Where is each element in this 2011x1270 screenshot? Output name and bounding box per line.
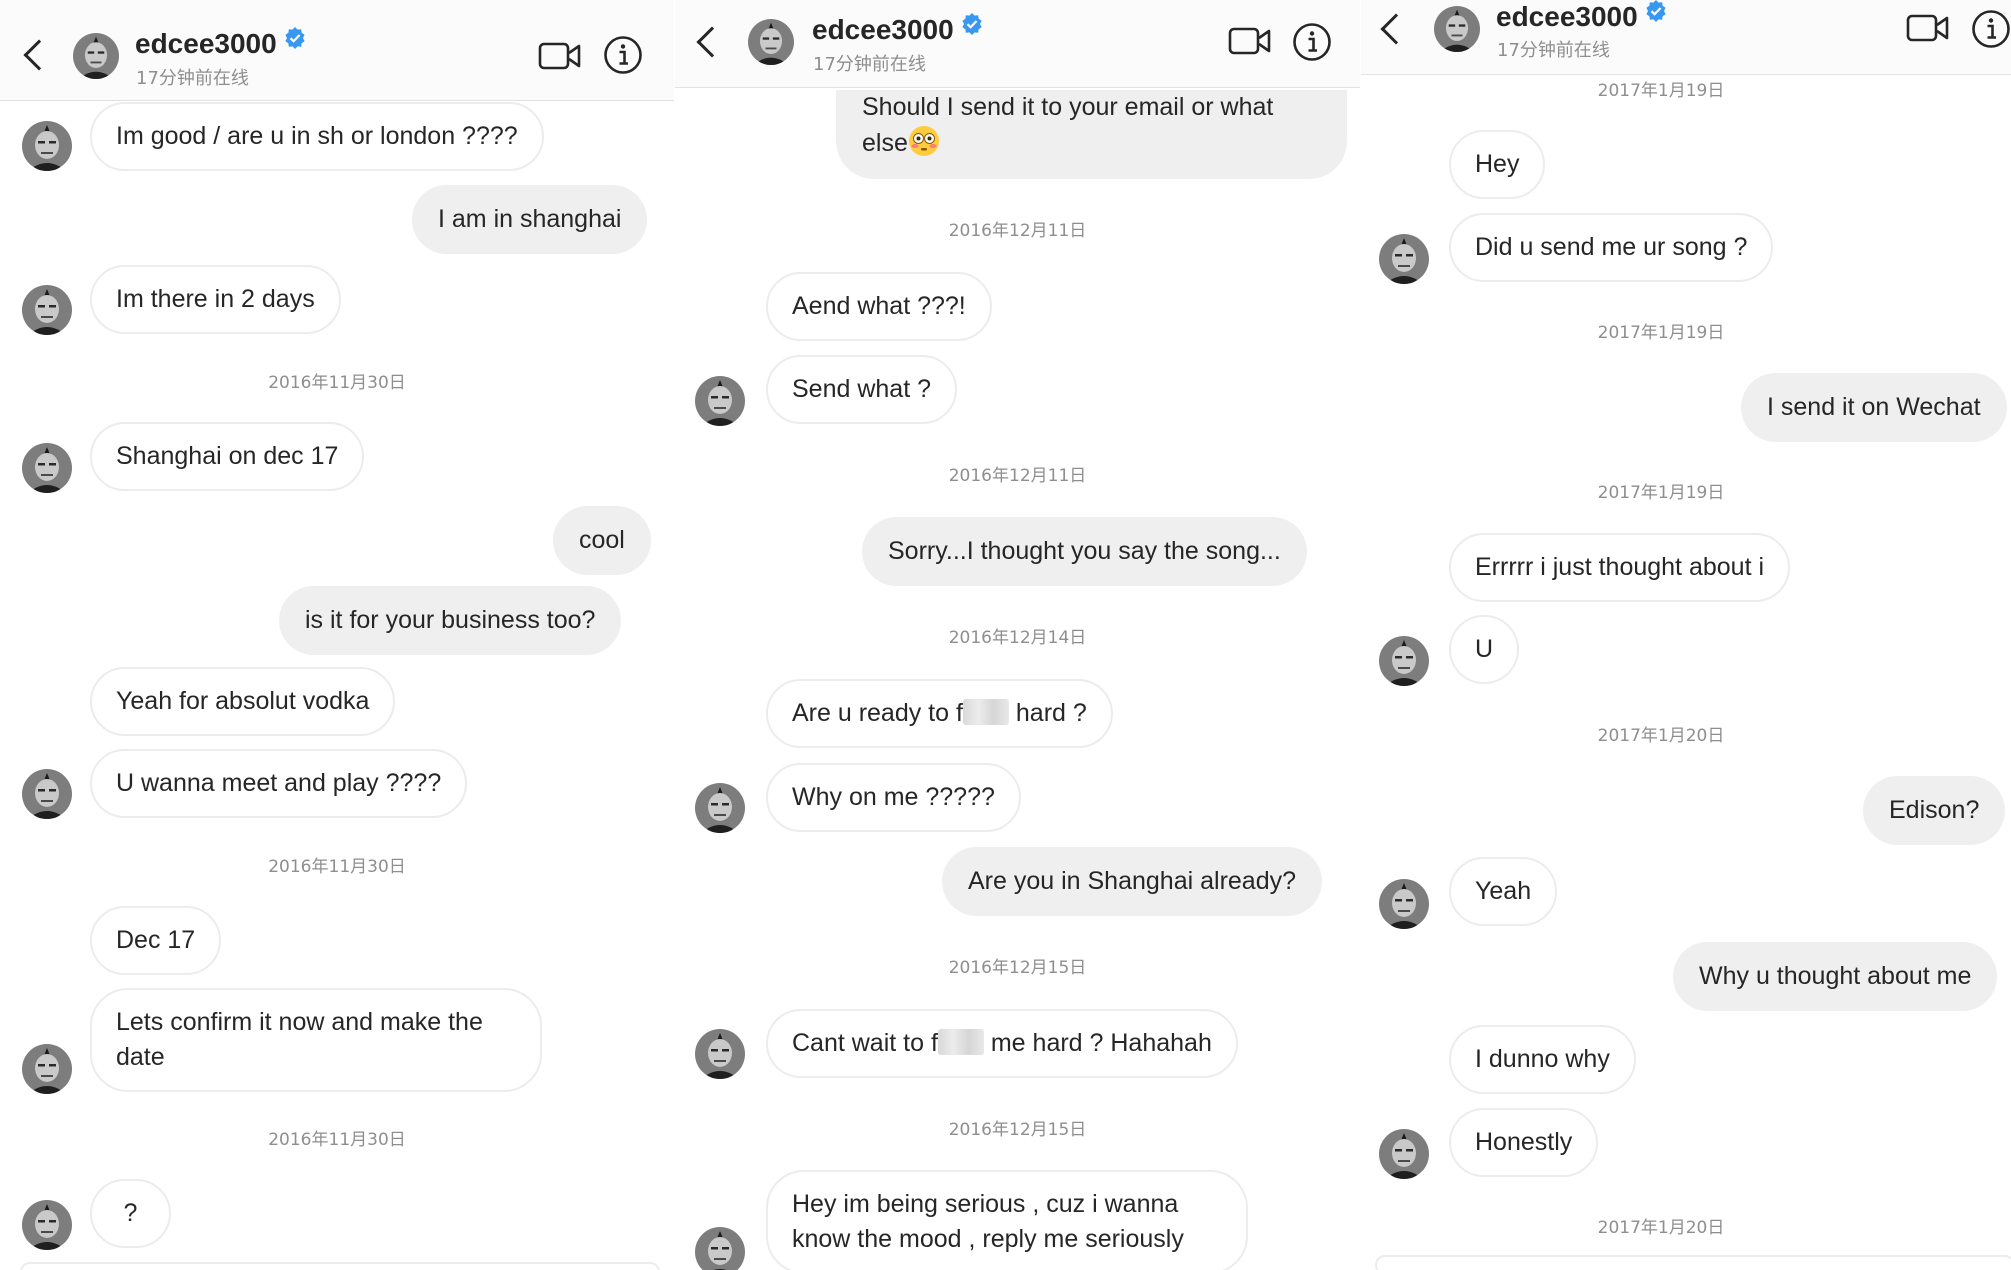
online-status: 17分钟前在线	[813, 54, 926, 75]
sender-avatar[interactable]	[695, 1227, 745, 1270]
message-bubble-received[interactable]: Yeah for absolut vodka	[90, 667, 396, 736]
chat-panel-3: edcee3000 17分钟前在线 2017年1月19日 Hey Did u s…	[1361, 0, 2011, 1270]
sender-avatar[interactable]	[22, 769, 72, 819]
message-bubble-received[interactable]: I dunno why	[1449, 1025, 1636, 1094]
message-text-line: else	[862, 129, 908, 157]
date-separator: 2016年11月30日	[268, 373, 406, 393]
chat-panel-1: edcee3000 17分钟前在线 Im good / are u in sh …	[0, 0, 674, 1270]
date-separator: 2017年1月20日	[1597, 1218, 1725, 1238]
message-bubble-sent[interactable]: is it for your business too?	[279, 586, 622, 655]
sender-avatar[interactable]	[22, 443, 72, 493]
message-text-line: Should I send it to your email or what	[862, 93, 1274, 121]
sender-avatar[interactable]	[22, 285, 72, 335]
message-bubble-sent[interactable]: cool	[553, 506, 651, 575]
date-separator: 2016年12月15日	[948, 1120, 1087, 1140]
message-bubble-received[interactable]: Dec 17	[90, 906, 222, 975]
message-bubble-sent[interactable]: I am in shanghai	[412, 185, 648, 254]
date-separator: 2017年1月19日	[1597, 323, 1725, 343]
avatar[interactable]	[1434, 6, 1480, 52]
message-bubble-received[interactable]: ?	[90, 1179, 171, 1248]
message-bubble-received[interactable]: Im good / are u in sh or london ????	[90, 102, 544, 171]
message-bubble-sent[interactable]: Edison?	[1863, 776, 2006, 845]
verified-badge-icon	[1644, 0, 1668, 23]
message-bubble-received[interactable]: U wanna meet and play ????	[90, 749, 468, 818]
message-input-bar[interactable]	[20, 1262, 660, 1270]
online-status: 17分钟前在线	[1497, 40, 1610, 61]
sender-avatar[interactable]	[695, 376, 745, 426]
username[interactable]: edcee3000	[812, 12, 984, 46]
chat-panel-2: edcee3000 17分钟前在线 Should I send it to yo…	[675, 0, 1360, 1270]
sender-avatar[interactable]	[22, 121, 72, 171]
back-arrow-icon[interactable]	[696, 26, 728, 58]
avatar[interactable]	[748, 19, 794, 65]
username[interactable]: edcee3000	[135, 26, 307, 60]
verified-badge-icon	[960, 12, 984, 36]
date-separator: 2016年12月11日	[948, 466, 1087, 486]
message-bubble-received[interactable]: Hey im being serious , cuz i wanna know …	[766, 1170, 1248, 1270]
message-bubble-sent[interactable]: Are you in Shanghai already?	[942, 847, 1323, 916]
sender-avatar[interactable]	[22, 1200, 72, 1250]
sender-avatar[interactable]	[1379, 1129, 1429, 1179]
date-separator: 2017年1月19日	[1597, 483, 1725, 503]
message-bubble-received[interactable]: Why on me ?????	[766, 763, 1021, 832]
online-status: 17分钟前在线	[136, 68, 249, 89]
message-bubble-received[interactable]: Send what ?	[766, 355, 957, 424]
message-bubble-received[interactable]: Errrrr i just thought about i	[1449, 533, 1791, 602]
back-arrow-icon[interactable]	[1380, 13, 1412, 45]
message-text-line: date	[116, 1043, 165, 1071]
verified-badge-icon	[283, 26, 307, 50]
avatar[interactable]	[73, 33, 119, 79]
message-text-line: Lets confirm it now and make the	[116, 1008, 483, 1036]
censored-blur	[937, 1029, 984, 1055]
message-bubble-sent[interactable]: I send it on Wechat	[1741, 373, 2007, 442]
sender-avatar[interactable]	[695, 1029, 745, 1079]
sender-avatar[interactable]	[695, 783, 745, 833]
sender-avatar[interactable]	[1379, 234, 1429, 284]
message-text-part: hard ?	[1015, 699, 1087, 727]
video-call-icon[interactable]	[538, 40, 582, 72]
message-text-part: me hard ? Hahahah	[990, 1029, 1212, 1057]
date-separator: 2016年11月30日	[268, 857, 406, 877]
message-bubble-received[interactable]: Im there in 2 days	[90, 265, 341, 334]
message-bubble-received[interactable]: Cant wait to f me hard ? Hahahah	[766, 1009, 1238, 1078]
chat-header: edcee3000 17分钟前在线	[1361, 0, 2011, 75]
date-separator: 2017年1月19日	[1597, 81, 1725, 101]
message-bubble-sent[interactable]: Should I send it to your email or what e…	[836, 90, 1347, 179]
video-call-icon[interactable]	[1906, 12, 1950, 44]
message-bubble-received[interactable]: Lets confirm it now and make the date	[90, 988, 542, 1092]
message-bubble-received[interactable]: Honestly	[1449, 1108, 1599, 1177]
chat-header: edcee3000 17分钟前在线	[675, 0, 1360, 88]
date-separator: 2017年1月20日	[1597, 726, 1725, 746]
info-icon[interactable]	[603, 35, 643, 75]
date-separator: 2016年12月14日	[948, 628, 1087, 648]
message-text-part: Cant wait to f	[792, 1029, 938, 1057]
sender-avatar[interactable]	[22, 1044, 72, 1094]
video-call-icon[interactable]	[1228, 25, 1272, 57]
sender-avatar[interactable]	[1379, 636, 1429, 686]
message-text-line: know the mood , reply me seriously	[792, 1225, 1184, 1253]
message-bubble-received[interactable]: Hey	[1449, 130, 1546, 199]
chat-header: edcee3000 17分钟前在线	[0, 0, 674, 101]
message-bubble-received[interactable]: Did u send me ur song ?	[1449, 213, 1774, 282]
message-bubble-received[interactable]: Aend what ???!	[766, 272, 992, 341]
message-bubble-sent[interactable]: Sorry...I thought you say the song...	[862, 517, 1307, 586]
message-bubble-received[interactable]: Are u ready to f hard ?	[766, 679, 1113, 748]
message-bubble-sent[interactable]: Why u thought about me	[1673, 942, 1998, 1011]
back-arrow-icon[interactable]	[23, 39, 55, 71]
message-text-line: Hey im being serious , cuz i wanna	[792, 1190, 1179, 1218]
flushed-face-emoji-icon	[908, 125, 940, 157]
info-icon[interactable]	[1292, 22, 1332, 62]
date-separator: 2016年11月30日	[268, 1130, 406, 1150]
date-separator: 2016年12月15日	[948, 958, 1087, 978]
username[interactable]: edcee3000	[1496, 0, 1668, 33]
message-text-part: Are u ready to f	[792, 699, 963, 727]
message-input-bar[interactable]	[1375, 1255, 2011, 1270]
date-separator: 2016年12月11日	[948, 221, 1087, 241]
info-icon[interactable]	[1971, 9, 2011, 49]
message-bubble-received[interactable]: U	[1449, 615, 1520, 684]
censored-blur	[962, 699, 1009, 725]
message-bubble-received[interactable]: Yeah	[1449, 857, 1558, 926]
sender-avatar[interactable]	[1379, 879, 1429, 929]
message-bubble-received[interactable]: Shanghai on dec 17	[90, 422, 365, 491]
